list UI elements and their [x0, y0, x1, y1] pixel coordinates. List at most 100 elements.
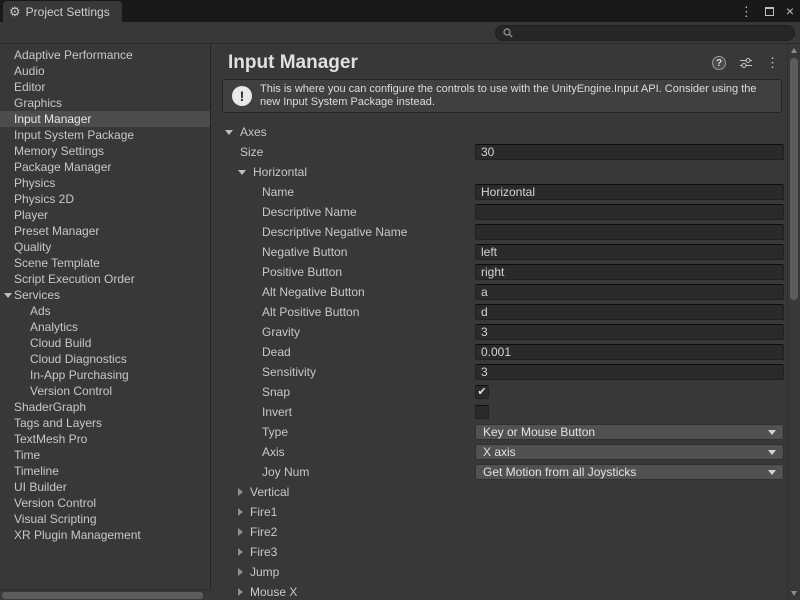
sidebar-item-adaptive-performance[interactable]: Adaptive Performance: [0, 47, 210, 63]
foldout-arrow-icon[interactable]: [238, 568, 243, 576]
sidebar-item-script-execution-order[interactable]: Script Execution Order: [0, 271, 210, 287]
snap-checkbox[interactable]: ✔: [475, 385, 489, 399]
alt-negative-button-field[interactable]: [475, 284, 784, 300]
sidebar-item-xr-plugin-management[interactable]: XR Plugin Management: [0, 527, 210, 543]
sidebar-item-services-in-app-purchasing[interactable]: In-App Purchasing: [0, 367, 210, 383]
search-box[interactable]: [495, 25, 795, 41]
sidebar-item-label: Version Control: [30, 384, 112, 398]
sidebar-item-services-ads[interactable]: Ads: [0, 303, 210, 319]
foldout-arrow-icon[interactable]: [238, 548, 243, 556]
sidebar-item-physics[interactable]: Physics: [0, 175, 210, 191]
sidebar-item-textmesh-pro[interactable]: TextMesh Pro: [0, 431, 210, 447]
foldout-arrow-icon[interactable]: [4, 293, 12, 298]
sidebar-item-memory-settings[interactable]: Memory Settings: [0, 143, 210, 159]
sidebar-item-input-system-package[interactable]: Input System Package: [0, 127, 210, 143]
exclamation-circle-icon: !: [232, 86, 252, 106]
tab-project-settings[interactable]: ⚙ Project Settings: [3, 1, 122, 22]
foldout-arrow-icon[interactable]: [238, 170, 246, 175]
sidebar-item-physics-2d[interactable]: Physics 2D: [0, 191, 210, 207]
scroll-down-icon[interactable]: [791, 591, 797, 596]
maximize-icon[interactable]: [765, 7, 774, 16]
property-row-alt-positive-button: Alt Positive Button: [211, 302, 787, 322]
preset-sliders-icon[interactable]: [739, 57, 753, 69]
close-icon[interactable]: ×: [786, 4, 794, 18]
sidebar-item-label: Player: [14, 208, 48, 222]
size-field[interactable]: [475, 144, 784, 160]
foldout-row-jump[interactable]: Jump: [211, 562, 787, 582]
sidebar-item-version-control[interactable]: Version Control: [0, 495, 210, 511]
horizontal-scroll-thumb[interactable]: [2, 592, 203, 599]
dead-field[interactable]: [475, 344, 784, 360]
sidebar-item-services[interactable]: Services: [0, 287, 210, 303]
sidebar-item-ui-builder[interactable]: UI Builder: [0, 479, 210, 495]
foldout-row-mouse-x[interactable]: Mouse X: [211, 582, 787, 600]
sidebar-item-audio[interactable]: Audio: [0, 63, 210, 79]
sidebar-item-scene-template[interactable]: Scene Template: [0, 255, 210, 271]
foldout-row-vertical[interactable]: Vertical: [211, 482, 787, 502]
sidebar-item-quality[interactable]: Quality: [0, 239, 210, 255]
property-label: Name: [262, 185, 294, 199]
foldout-row-fire3[interactable]: Fire3: [211, 542, 787, 562]
sidebar-item-graphics[interactable]: Graphics: [0, 95, 210, 111]
titlebar: ⚙ Project Settings ⋮ ×: [0, 0, 800, 22]
sidebar-item-services-cloud-diagnostics[interactable]: Cloud Diagnostics: [0, 351, 210, 367]
inspector-rows: AxesSizeHorizontalNameDescriptive NameDe…: [211, 122, 787, 600]
sidebar-item-preset-manager[interactable]: Preset Manager: [0, 223, 210, 239]
help-icon[interactable]: ?: [712, 56, 726, 70]
dropdown-value: X axis: [483, 445, 762, 459]
sidebar-item-editor[interactable]: Editor: [0, 79, 210, 95]
sidebar-item-services-cloud-build[interactable]: Cloud Build: [0, 335, 210, 351]
sidebar-item-input-manager[interactable]: Input Manager: [0, 111, 210, 127]
foldout-row-fire2[interactable]: Fire2: [211, 522, 787, 542]
label-cell: Fire1: [211, 505, 475, 519]
property-row-sensitivity: Sensitivity: [211, 362, 787, 382]
label-cell: Dead: [211, 345, 475, 359]
sidebar-item-timeline[interactable]: Timeline: [0, 463, 210, 479]
sidebar-item-package-manager[interactable]: Package Manager: [0, 159, 210, 175]
sidebar-item-services-version-control[interactable]: Version Control: [0, 383, 210, 399]
sidebar-item-label: Services: [14, 288, 60, 302]
joy-num-dropdown[interactable]: Get Motion from all Joysticks: [475, 464, 784, 480]
sidebar-item-tags-and-layers[interactable]: Tags and Layers: [0, 415, 210, 431]
foldout-arrow-icon[interactable]: [225, 130, 233, 135]
property-label: Vertical: [250, 485, 289, 499]
tab-title: Project Settings: [26, 5, 110, 19]
type-dropdown[interactable]: Key or Mouse Button: [475, 424, 784, 440]
property-row-type: TypeKey or Mouse Button: [211, 422, 787, 442]
name-field[interactable]: [475, 184, 784, 200]
foldout-row-fire1[interactable]: Fire1: [211, 502, 787, 522]
foldout-arrow-icon[interactable]: [238, 588, 243, 596]
positive-button-field[interactable]: [475, 264, 784, 280]
window-menu-icon[interactable]: ⋮: [740, 5, 753, 18]
property-row-descriptive-negative-name: Descriptive Negative Name: [211, 222, 787, 242]
scroll-up-icon[interactable]: [791, 48, 797, 53]
sidebar-item-time[interactable]: Time: [0, 447, 210, 463]
settings-sidebar: Adaptive PerformanceAudioEditorGraphicsI…: [0, 44, 211, 600]
sidebar-item-services-analytics[interactable]: Analytics: [0, 319, 210, 335]
search-input[interactable]: [517, 27, 787, 39]
sidebar-item-visual-scripting[interactable]: Visual Scripting: [0, 511, 210, 527]
property-row-invert: Invert: [211, 402, 787, 422]
foldout-arrow-icon[interactable]: [238, 508, 243, 516]
descriptive-negative-name-field[interactable]: [475, 224, 784, 240]
invert-checkbox[interactable]: [475, 405, 489, 419]
sidebar-item-shadergraph[interactable]: ShaderGraph: [0, 399, 210, 415]
sidebar-item-player[interactable]: Player: [0, 207, 210, 223]
negative-button-field[interactable]: [475, 244, 784, 260]
vertical-scroll-thumb[interactable]: [790, 58, 798, 300]
axis-dropdown[interactable]: X axis: [475, 444, 784, 460]
sidebar-horizontal-scrollbar[interactable]: [0, 589, 211, 600]
gravity-field[interactable]: [475, 324, 784, 340]
kebab-menu-icon[interactable]: ⋮: [766, 55, 779, 71]
info-box: ! This is where you can configure the co…: [222, 79, 782, 113]
foldout-row-axes[interactable]: Axes: [211, 122, 787, 142]
alt-positive-button-field[interactable]: [475, 304, 784, 320]
vertical-scrollbar[interactable]: [787, 44, 800, 600]
descriptive-name-field[interactable]: [475, 204, 784, 220]
sensitivity-field[interactable]: [475, 364, 784, 380]
label-cell: Snap: [211, 385, 475, 399]
foldout-row-horizontal[interactable]: Horizontal: [211, 162, 787, 182]
foldout-arrow-icon[interactable]: [238, 528, 243, 536]
foldout-arrow-icon[interactable]: [238, 488, 243, 496]
sidebar-item-label: Physics: [14, 176, 55, 190]
